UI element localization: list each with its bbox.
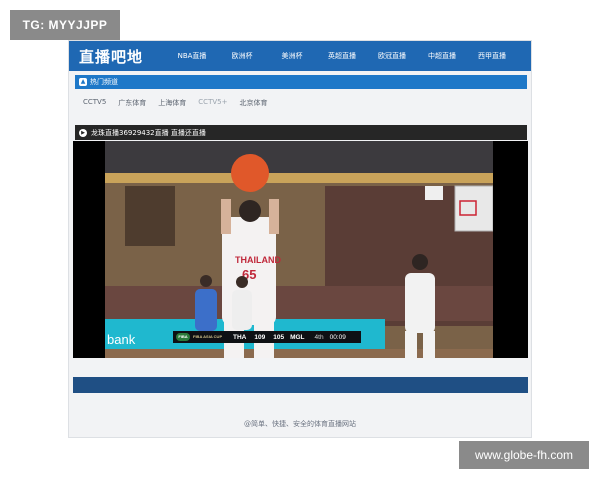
- site-page: 直播吧地 NBA直播 欧洲杯 美洲杯 英超直播 欧冠直播 中超直播 西甲直播 ▲…: [68, 40, 532, 438]
- nav-item-csl[interactable]: 中超直播: [419, 51, 465, 61]
- nav-item-euro[interactable]: 欧洲杯: [219, 51, 265, 61]
- fiba-logo-icon: FIBA: [176, 333, 190, 341]
- nav-item-epl[interactable]: 英超直播: [319, 51, 365, 61]
- channel-cctv5[interactable]: CCTV5: [83, 98, 106, 108]
- scoreboard: FIBA FIBA ASIA CUP THA 109 105 MGL 4th 0…: [173, 331, 361, 343]
- hot-channels-header: ▲ 热门频道: [75, 75, 527, 89]
- scoreboard-event: FIBA ASIA CUP: [193, 334, 223, 339]
- basketball-scene: bank THAILAND 65: [105, 141, 493, 358]
- channel-guangdong[interactable]: 广东体育: [118, 98, 146, 108]
- play-circle-icon: ▶: [79, 128, 87, 137]
- channel-list: CCTV5 广东体育 上海体育 CCTV5+ 北京体育: [83, 98, 279, 108]
- scoreboard-clock: 00:09: [329, 333, 346, 341]
- footer-slogan: @简单、快捷、安全的体育直播网站: [244, 420, 356, 428]
- nav-item-ucl[interactable]: 欧冠直播: [369, 51, 415, 61]
- stream-title: 龙珠直播36929432直播 直播还直播: [91, 128, 206, 137]
- hot-channels-title: 热门频道: [90, 78, 118, 86]
- scoreboard-away-score: 105: [273, 333, 285, 341]
- nav-item-copa[interactable]: 美洲杯: [269, 51, 315, 61]
- nav-menu: NBA直播 欧洲杯 美洲杯 英超直播 欧冠直播 中超直播 西甲直播: [169, 51, 515, 61]
- ad-board-text: bank: [107, 332, 136, 347]
- site-logo[interactable]: 直播吧地: [69, 46, 169, 67]
- scoreboard-away-team: MGL: [290, 333, 305, 341]
- basketball-video-frame[interactable]: bank THAILAND 65: [105, 141, 493, 358]
- scoreboard-quarter: 4th: [314, 333, 324, 341]
- watermark-top: TG: MYYJJPP: [10, 10, 120, 40]
- scoreboard-home-team: THA: [233, 333, 247, 341]
- scoreboard-home-score: 109: [254, 333, 266, 341]
- top-navbar: 直播吧地 NBA直播 欧洲杯 美洲杯 英超直播 欧冠直播 中超直播 西甲直播: [69, 41, 531, 71]
- stream-title-bar: ▶ 龙珠直播36929432直播 直播还直播: [75, 125, 527, 140]
- nav-item-nba[interactable]: NBA直播: [169, 51, 215, 61]
- footer-stripe: [73, 377, 528, 393]
- channel-beijing[interactable]: 北京体育: [239, 98, 267, 108]
- video-player[interactable]: bank THAILAND 65 FIBA FIBA ASIA CUP THA …: [73, 141, 528, 358]
- nav-item-laliga[interactable]: 西甲直播: [469, 51, 515, 61]
- thumbs-up-icon: ▲: [79, 78, 87, 86]
- watermark-bottom: www.globe-fh.com: [459, 441, 589, 469]
- channel-cctv5-plus[interactable]: CCTV5+: [198, 98, 227, 108]
- jersey-team-text: THAILAND: [235, 255, 281, 265]
- channel-shanghai[interactable]: 上海体育: [158, 98, 186, 108]
